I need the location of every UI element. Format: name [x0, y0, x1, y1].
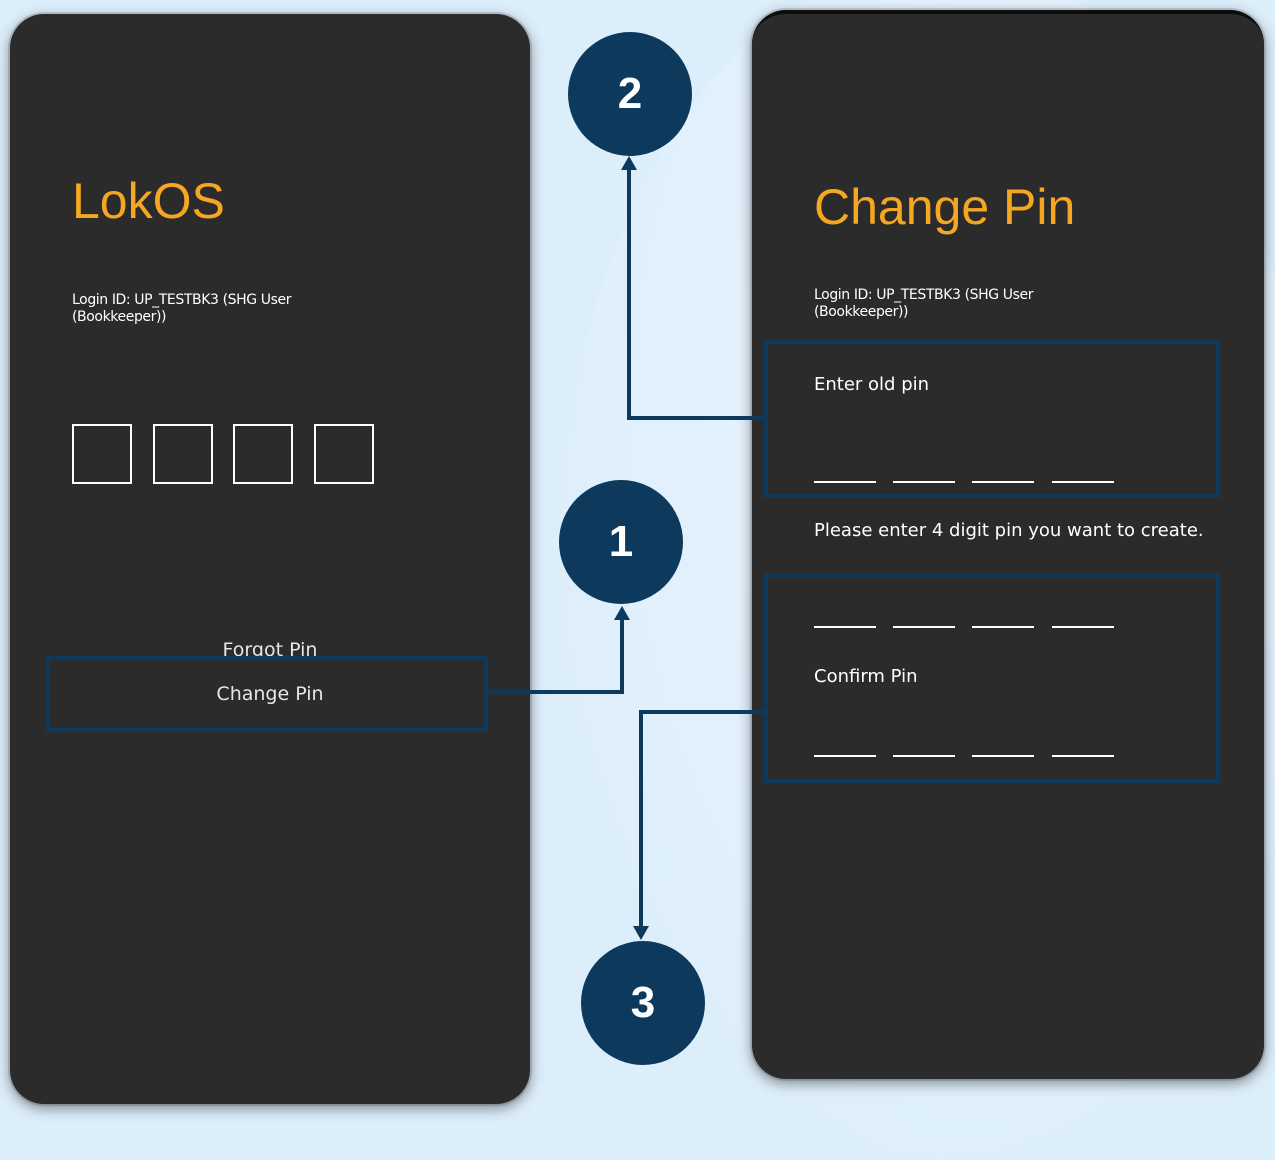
login-id-text: Login ID: UP_TESTBK3 (SHG User (Bookkeep… [72, 292, 292, 325]
change-pin-screen: Change Pin Login ID: UP_TESTBK3 (SHG Use… [752, 10, 1264, 1079]
connector-line [627, 168, 631, 420]
connector-line [639, 710, 643, 926]
old-pin-highlight [764, 340, 1220, 498]
pin-input-2[interactable] [153, 424, 213, 484]
callout-1: 1 [559, 480, 683, 604]
new-pin-highlight [764, 573, 1220, 783]
arrow-up-icon [614, 606, 630, 620]
connector-line [620, 618, 624, 694]
connector-line [639, 710, 764, 714]
new-pin-instruction: Please enter 4 digit pin you want to cre… [814, 520, 1204, 541]
change-pin-highlight [46, 656, 488, 732]
arrow-up-icon [621, 156, 637, 170]
pin-input-1[interactable] [72, 424, 132, 484]
arrow-down-icon [633, 926, 649, 940]
connector-line [488, 690, 624, 694]
login-id-text: Login ID: UP_TESTBK3 (SHG User (Bookkeep… [814, 287, 1034, 320]
connector-line [627, 416, 764, 420]
screen-title: Change Pin [814, 179, 1076, 235]
login-screen: LokOS Login ID: UP_TESTBK3 (SHG User (Bo… [10, 14, 530, 1104]
callout-3: 3 [581, 941, 705, 1065]
pin-input-4[interactable] [314, 424, 374, 484]
app-title: LokOS [72, 173, 225, 229]
pin-input-3[interactable] [233, 424, 293, 484]
callout-2: 2 [568, 32, 692, 156]
